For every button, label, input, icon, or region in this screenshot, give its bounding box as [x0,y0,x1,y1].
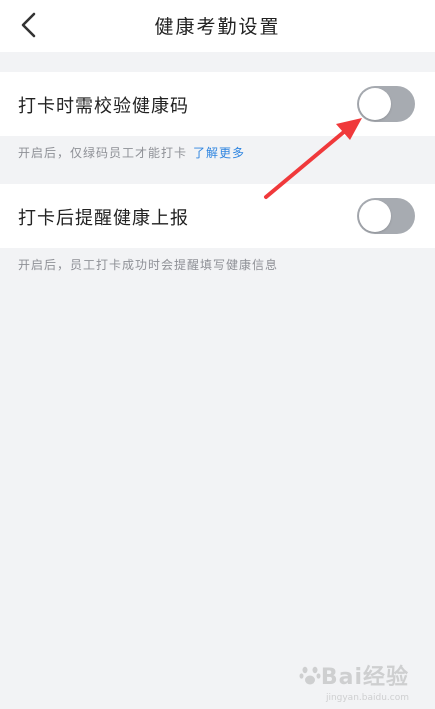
page-title: 健康考勤设置 [154,16,281,38]
setting-hint: 开启后，仅绿码员工才能打卡 了解更多 [18,144,245,161]
setting-row-health-code: 打卡时需校验健康码 [0,72,435,136]
learn-more-link[interactable]: 了解更多 [193,146,245,160]
watermark-subtext: jingyan.baidu.com [325,693,409,703]
setting-hint: 开启后，员工打卡成功时会提醒填写健康信息 [18,256,278,273]
paw-icon [299,666,321,685]
toggle-knob [359,200,391,232]
watermark-text: Bai经验 [320,665,409,690]
hint-text: 开启后，员工打卡成功时会提醒填写健康信息 [18,258,279,272]
setting-label: 打卡后提醒健康上报 [18,208,189,229]
health-report-toggle[interactable] [357,198,415,234]
health-code-toggle[interactable] [357,86,415,122]
toggle-knob [359,88,391,120]
hint-text: 开启后，仅绿码员工才能打卡 [18,146,188,160]
setting-row-health-report: 打卡后提醒健康上报 [0,184,435,248]
baidu-watermark: Bai经验 jingyan.baidu.com [299,659,409,703]
setting-label: 打卡时需校验健康码 [18,96,189,117]
header-bar: 健康考勤设置 [0,0,435,52]
